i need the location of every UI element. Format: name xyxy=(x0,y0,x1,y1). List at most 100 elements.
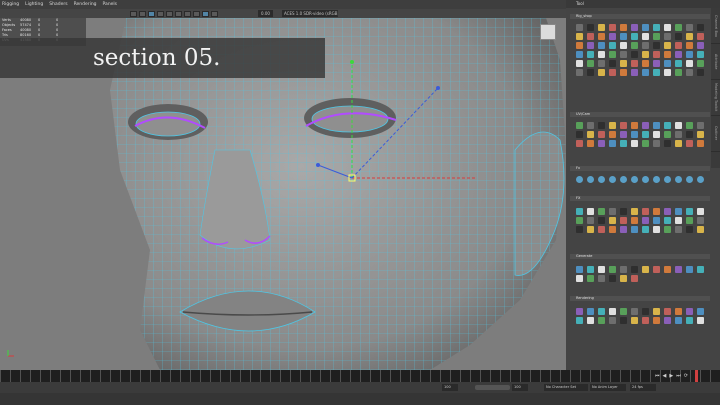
shelf-tool-icon[interactable] xyxy=(587,226,594,233)
shelf-tool-icon[interactable] xyxy=(686,24,693,31)
shelf-tool-icon[interactable] xyxy=(631,317,638,324)
shelf-section-rig-shop[interactable]: Rig_shop xyxy=(570,14,710,19)
shelf-tool-icon[interactable] xyxy=(653,140,660,147)
shelf-tool-icon[interactable] xyxy=(675,24,682,31)
shelf-tool-icon[interactable] xyxy=(576,226,583,233)
shelf-tool-icon[interactable] xyxy=(631,60,638,67)
color-space-dropdown[interactable]: ACES 1.0 SDR-video (sRGB) xyxy=(282,10,338,17)
anim-layer-dropdown[interactable]: No Anim Layer xyxy=(590,384,626,391)
shelf-section-fx2[interactable]: FX xyxy=(570,196,710,201)
shelf-tool-icon[interactable] xyxy=(675,60,682,67)
shelf-tool-icon[interactable] xyxy=(631,24,638,31)
shelf-tool-icon[interactable] xyxy=(675,131,682,138)
shelf-tool-icon[interactable] xyxy=(664,217,671,224)
shelf-tool-icon[interactable] xyxy=(653,217,660,224)
shelf-tool-icon[interactable] xyxy=(675,140,682,147)
fps-dropdown[interactable]: 24 fps xyxy=(630,384,656,391)
shelf-tool-icon[interactable] xyxy=(576,275,583,282)
shelf-tool-icon[interactable] xyxy=(686,51,693,58)
menu-item-panels[interactable]: Panels xyxy=(103,2,117,7)
shelf-tool-icon[interactable] xyxy=(653,317,660,324)
shelf-tool-icon[interactable] xyxy=(653,24,660,31)
shelf-tool-icon[interactable] xyxy=(587,266,594,273)
shelf-tool-icon[interactable] xyxy=(653,266,660,273)
shelf-tool-icon[interactable] xyxy=(631,217,638,224)
shelf-tool-icon[interactable] xyxy=(686,60,693,67)
shelf-tool-icon[interactable] xyxy=(598,131,605,138)
shelf-tool-icon[interactable] xyxy=(609,69,616,76)
shelf-tool-icon[interactable] xyxy=(642,131,649,138)
shelf-tool-icon[interactable] xyxy=(642,208,649,215)
shelf-tool-icon[interactable] xyxy=(686,266,693,273)
shelf-tool-icon[interactable] xyxy=(620,208,627,215)
shelf-tool-icon[interactable] xyxy=(620,131,627,138)
shelf-tool-icon[interactable] xyxy=(576,24,583,31)
shelf-tool-icon[interactable] xyxy=(620,140,627,147)
shelf-tool-icon[interactable] xyxy=(686,226,693,233)
shelf-tool-icon[interactable] xyxy=(686,131,693,138)
shelf-tool-icon[interactable] xyxy=(598,24,605,31)
shelf-tool-icon[interactable] xyxy=(686,140,693,147)
menu-item-shaders[interactable]: Shaders xyxy=(49,2,67,7)
shelf-tool-icon[interactable] xyxy=(609,122,616,129)
shelf-tool-icon[interactable] xyxy=(642,308,649,315)
shelf-tool-icon[interactable] xyxy=(609,226,616,233)
shelf-tool-icon[interactable] xyxy=(686,42,693,49)
shelf-tool-icon[interactable] xyxy=(609,51,616,58)
shelf-tool-icon[interactable] xyxy=(587,51,594,58)
shelf-tool-icon[interactable] xyxy=(587,42,594,49)
shelf-tool-icon[interactable] xyxy=(620,33,627,40)
shelf-tool-icon[interactable] xyxy=(664,226,671,233)
time-slider[interactable] xyxy=(0,370,720,382)
camera-icon[interactable] xyxy=(130,10,137,17)
shelf-tool-icon[interactable] xyxy=(631,51,638,58)
shelf-tool-icon[interactable] xyxy=(609,131,616,138)
shelf-section-generate[interactable]: Generate xyxy=(570,254,710,259)
shelf-tool-icon[interactable] xyxy=(697,217,704,224)
shelf-tool-icon[interactable] xyxy=(697,60,704,67)
shelf-tool-icon[interactable] xyxy=(642,122,649,129)
shelf-tool-icon[interactable] xyxy=(642,217,649,224)
shelf-tool-icon[interactable] xyxy=(609,33,616,40)
shelf-tool-icon[interactable] xyxy=(653,226,660,233)
tab-outliner[interactable]: Outliner xyxy=(711,116,720,152)
shelf-tool-icon[interactable] xyxy=(576,266,583,273)
shelf-tool-icon[interactable] xyxy=(587,24,594,31)
step-back-icon[interactable]: ◀ xyxy=(663,372,667,380)
lights-icon[interactable] xyxy=(166,10,173,17)
shelf-tool-icon[interactable] xyxy=(620,266,627,273)
shelf-tool-icon[interactable] xyxy=(598,317,605,324)
shelf-tool-icon[interactable] xyxy=(686,208,693,215)
menu-item-rigging[interactable]: Rigging xyxy=(2,2,19,7)
shelf-tool-icon[interactable] xyxy=(675,33,682,40)
shelf-tool-icon[interactable] xyxy=(609,176,616,183)
shelf-tool-icon[interactable] xyxy=(576,42,583,49)
shelf-tool-icon[interactable] xyxy=(631,33,638,40)
shelf-tool-icon[interactable] xyxy=(631,140,638,147)
play-icon[interactable]: ▶ xyxy=(669,372,673,380)
shelf-tool-icon[interactable] xyxy=(642,69,649,76)
shelf-tool-icon[interactable] xyxy=(664,317,671,324)
shelf-tool-icon[interactable] xyxy=(587,140,594,147)
shelf-tool-icon[interactable] xyxy=(576,217,583,224)
exposure-field[interactable]: 0.00 xyxy=(258,10,273,17)
shelf-tool-icon[interactable] xyxy=(620,42,627,49)
shelf-tool-icon[interactable] xyxy=(576,208,583,215)
shelf-tool-icon[interactable] xyxy=(653,42,660,49)
shelf-tool-icon[interactable] xyxy=(609,208,616,215)
shelf-tool-icon[interactable] xyxy=(609,317,616,324)
shelf-tool-icon[interactable] xyxy=(598,51,605,58)
shelf-tool-icon[interactable] xyxy=(642,51,649,58)
shelf-tool-icon[interactable] xyxy=(697,24,704,31)
shelf-tool-icon[interactable] xyxy=(664,266,671,273)
shelf-tool-icon[interactable] xyxy=(642,226,649,233)
shelf-tool-icon[interactable] xyxy=(653,33,660,40)
shelf-tool-icon[interactable] xyxy=(598,140,605,147)
shelf-tool-icon[interactable] xyxy=(598,275,605,282)
shelf-tool-icon[interactable] xyxy=(576,51,583,58)
shelf-tool-icon[interactable] xyxy=(686,176,693,183)
shelf-tool-icon[interactable] xyxy=(587,60,594,67)
shelf-tool-icon[interactable] xyxy=(664,51,671,58)
shelf-tool-icon[interactable] xyxy=(576,308,583,315)
shelf-tool-icon[interactable] xyxy=(653,131,660,138)
